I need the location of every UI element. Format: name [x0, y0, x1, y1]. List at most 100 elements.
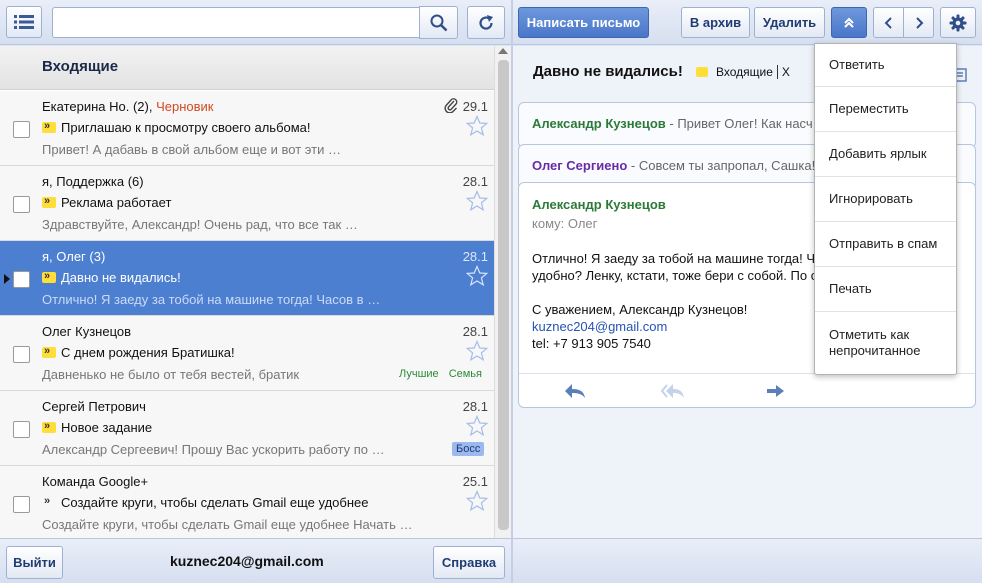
preview: Отлично! Я заеду за тобой на машине тогд… [42, 292, 381, 307]
current-row-arrow-icon [4, 274, 10, 284]
collapsed-message-header: Олег Сергиено - Совсем ты запропал, Сашк… [532, 158, 815, 173]
menu-item-reply[interactable]: Ответить [815, 44, 956, 87]
help-button[interactable]: Справка [433, 546, 505, 579]
refresh-icon [479, 14, 493, 30]
logout-button[interactable]: Выйти [6, 546, 63, 579]
bottom-bar-left: Выйти kuznec204@gmail.com Справка [0, 538, 511, 583]
date: 28.1 [462, 324, 488, 339]
sender: Александр Кузнецов [532, 116, 666, 131]
menu-button[interactable] [6, 6, 42, 38]
preview: Здравствуйте, Александр! Очень рад, что … [42, 217, 358, 232]
subject: Приглашаю к просмотру своего альбома! [61, 120, 311, 135]
list-scrollbar[interactable] [494, 46, 511, 538]
list-item[interactable]: Екатерина Но. (2), Черновик 29.1 » Пригл… [0, 91, 494, 166]
subject: Создайте круги, чтобы сделать Gmail еще … [61, 495, 369, 510]
next-button[interactable] [903, 7, 934, 38]
subject: Новое задание [61, 420, 153, 435]
star-icon[interactable] [466, 190, 488, 212]
important-marker-icon[interactable]: » [42, 420, 56, 433]
gear-icon [949, 14, 967, 31]
star-icon[interactable] [466, 340, 488, 362]
not-important-marker-icon[interactable]: » [42, 495, 56, 508]
menu-icon [14, 15, 34, 29]
settings-button[interactable] [940, 7, 976, 38]
label-chip[interactable]: Лучшие [399, 368, 439, 380]
select-checkbox[interactable] [13, 496, 30, 513]
subject: Реклама работает [61, 195, 172, 210]
select-checkbox[interactable] [13, 421, 30, 438]
label-list: Лучшие Семья [389, 368, 482, 380]
label-chip[interactable]: Босс [452, 442, 485, 456]
menu-item-move[interactable]: Переместить [815, 87, 956, 132]
recipient: кому: Олег [532, 216, 598, 231]
chevron-right-icon [915, 16, 923, 29]
menu-item-ignore[interactable]: Игнорировать [815, 177, 956, 222]
remove-label-button[interactable]: X [776, 65, 790, 79]
double-chevron-up-icon [844, 17, 854, 28]
reply-icon[interactable] [563, 382, 587, 400]
paperclip-icon [444, 98, 458, 113]
date: 29.1 [462, 99, 488, 114]
menu-item-mark-unread[interactable]: Отметить как непрочитанное [815, 312, 956, 374]
sender: я, Поддержка (6) [42, 174, 144, 189]
menu-item-print[interactable]: Печать [815, 267, 956, 312]
list-item[interactable]: Олег Кузнецов 28.1 » С днем рождения Бра… [0, 316, 494, 391]
important-marker-icon[interactable]: » [42, 345, 56, 358]
date: 25.1 [462, 474, 488, 489]
compose-button[interactable]: Написать письмо [518, 7, 649, 38]
snippet: - Привет Олег! Как насч [665, 116, 813, 131]
collapsed-message-header: Александр Кузнецов - Привет Олег! Как на… [532, 116, 813, 131]
important-marker-icon[interactable]: » [42, 195, 56, 208]
folder-title: Входящие [0, 46, 511, 90]
important-marker-icon[interactable]: » [42, 270, 56, 283]
preview: Давненько не было от тебя вестей, братик [42, 367, 300, 382]
list-item[interactable]: Сергей Петрович 28.1 » Новое задание Але… [0, 391, 494, 466]
more-actions-menu: Ответить Переместить Добавить ярлык Игно… [814, 43, 957, 375]
important-marker-icon[interactable]: » [42, 120, 56, 133]
subject: С днем рождения Братишка! [61, 345, 235, 360]
menu-item-report-spam[interactable]: Отправить в спам [815, 222, 956, 267]
date: 28.1 [462, 399, 488, 414]
sender: Екатерина Но. (2), Черновик [42, 99, 214, 114]
select-checkbox[interactable] [13, 271, 30, 288]
sender[interactable]: Александр Кузнецов [532, 197, 666, 212]
list-item[interactable]: я, Поддержка (6) 28.1 » Реклама работает… [0, 166, 494, 241]
preview: Привет! А дабавь в свой альбом еще и вот… [42, 142, 341, 157]
reply-all-icon[interactable] [661, 382, 685, 400]
star-icon[interactable] [466, 265, 488, 287]
message-actions [519, 373, 975, 407]
draft-label: Черновик [156, 99, 214, 114]
sender: Команда Google+ [42, 474, 149, 489]
star-icon[interactable] [466, 115, 488, 137]
menu-item-add-label[interactable]: Добавить ярлык [815, 132, 956, 177]
forward-icon[interactable] [763, 382, 787, 400]
select-checkbox[interactable] [13, 121, 30, 138]
list-item[interactable]: Команда Google+ 25.1 » Создайте круги, ч… [0, 466, 494, 538]
message-list: Входящие Екатерина Но. (2), Черновик 29.… [0, 46, 511, 538]
refresh-button[interactable] [467, 6, 505, 39]
sender: я, Олег (3) [42, 249, 106, 264]
search-input[interactable] [52, 7, 420, 38]
date: 28.1 [462, 249, 488, 264]
label-chip[interactable]: Семья [449, 368, 482, 380]
thread-title: Давно не видались! [533, 63, 683, 80]
search-button[interactable] [419, 6, 458, 39]
search-icon [430, 14, 447, 31]
scroll-thumb[interactable] [498, 60, 509, 530]
bottom-bar-right [513, 538, 982, 583]
delete-button[interactable]: Удалить [754, 7, 825, 38]
star-icon[interactable] [466, 415, 488, 437]
sender: Олег Кузнецов [42, 324, 132, 339]
more-actions-button[interactable] [831, 7, 867, 38]
star-icon[interactable] [466, 490, 488, 512]
scroll-up-arrow-icon[interactable] [498, 48, 508, 54]
sender: Сергей Петрович [42, 399, 146, 414]
thread-label-text[interactable]: Входящие [716, 65, 773, 79]
list-item[interactable]: я, Олег (3) 28.1 » Давно не видались! От… [0, 241, 494, 316]
previous-button[interactable] [873, 7, 904, 38]
sender: Олег Сергиено [532, 158, 628, 173]
select-checkbox[interactable] [13, 196, 30, 213]
preview: Александр Сергеевич! Прошу Вас ускорить … [42, 442, 385, 457]
archive-button[interactable]: В архив [681, 7, 750, 38]
select-checkbox[interactable] [13, 346, 30, 363]
